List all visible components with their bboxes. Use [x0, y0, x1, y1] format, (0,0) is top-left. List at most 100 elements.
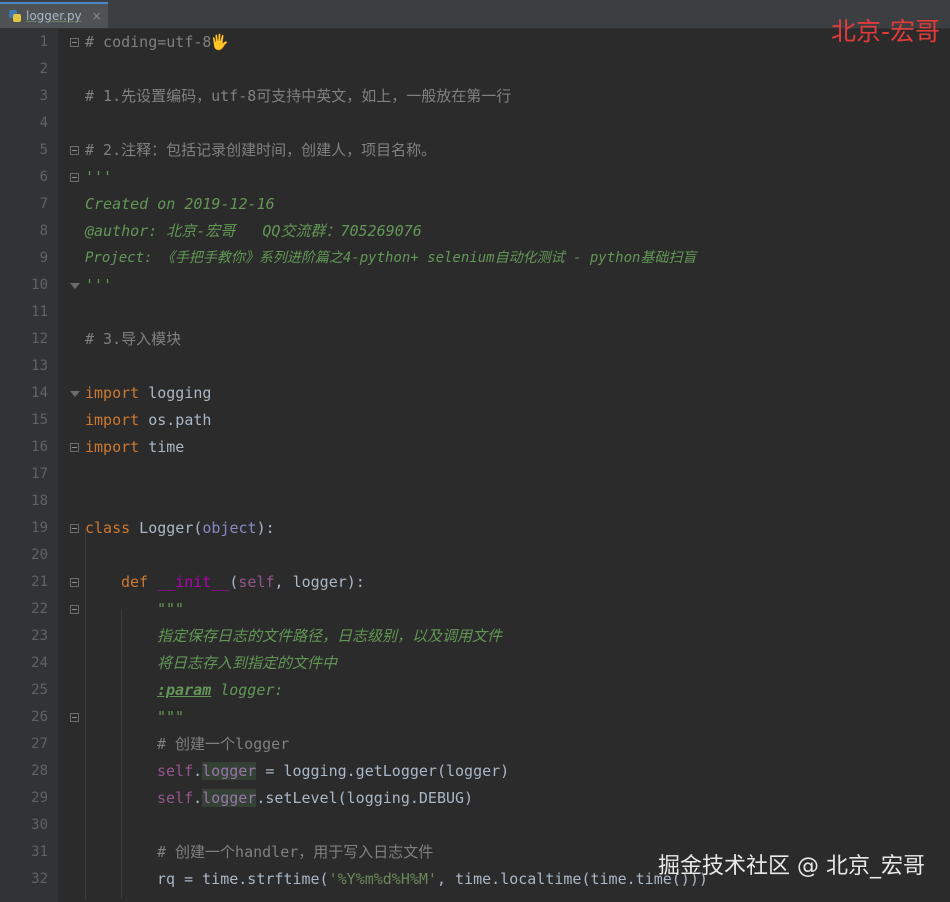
line-number: 5: [39, 142, 48, 158]
code-text: # 3.导入模块: [85, 330, 182, 348]
line-number: 6: [39, 169, 48, 185]
line-number: 22: [31, 601, 48, 617]
code-text: import os.path: [85, 411, 212, 429]
editor-tab-bar: logger.py ×: [0, 0, 950, 29]
fold-collapse-icon[interactable]: [70, 146, 79, 155]
line-number: 16: [31, 439, 48, 455]
line-number: 24: [31, 655, 48, 671]
code-line-13[interactable]: 13: [31, 353, 950, 380]
code-line-26[interactable]: 26 """: [31, 704, 950, 731]
line-number: 14: [31, 385, 48, 401]
code-line-20[interactable]: 20: [31, 542, 950, 569]
code-line-23[interactable]: 23 指定保存日志的文件路径，日志级别，以及调用文件: [31, 623, 950, 650]
watermark-bottom: 掘金技术社区 @ 北京_宏哥: [658, 854, 925, 879]
code-text: # coding=utf-8: [85, 33, 212, 51]
code-line-6[interactable]: 6 ''': [40, 164, 950, 191]
code-line-9[interactable]: 9 Project: 《手把手教你》系列进阶篇之4-python+ seleni…: [40, 245, 950, 272]
code-line-27[interactable]: 27 # 创建一个logger: [31, 731, 950, 758]
code-line-7[interactable]: 7 Created on 2019-12-16: [40, 191, 950, 218]
code-text: Project: 《手把手教你》系列进阶篇之4-python+ selenium…: [85, 250, 697, 266]
close-tab-icon[interactable]: ×: [92, 9, 102, 23]
line-number: 29: [31, 790, 48, 806]
code-editor[interactable]: 1 # coding=utf-8 🖐 2 3 # 1.先设置编码，utf-8可支…: [31, 29, 950, 902]
code-text: import logging: [85, 384, 212, 402]
line-number: 21: [31, 574, 48, 590]
fold-collapse-icon[interactable]: [70, 524, 79, 533]
code-line-25[interactable]: 25 :param logger:: [31, 677, 950, 704]
line-number: 27: [31, 736, 48, 752]
code-line-29[interactable]: 29 self.logger.setLevel(logging.DEBUG): [31, 785, 950, 812]
tab-logger-py[interactable]: logger.py ×: [0, 2, 108, 28]
code-text: # 1.先设置编码，utf-8可支持中英文，如上，一般放在第一行: [85, 87, 512, 105]
line-number: 1: [39, 34, 48, 50]
fold-collapse-icon[interactable]: [70, 605, 79, 614]
fold-collapse-icon[interactable]: [70, 173, 79, 182]
code-text: self.logger = logging.getLogger(logger): [157, 762, 510, 780]
lightbulb-icon[interactable]: 🖐: [210, 29, 229, 56]
code-text: @author: 北京-宏哥 QQ交流群：705269076: [85, 222, 422, 240]
line-number: 32: [31, 871, 48, 887]
line-number: 7: [39, 196, 48, 212]
fold-end-icon[interactable]: [70, 283, 80, 289]
line-number: 13: [31, 358, 48, 374]
code-line-11[interactable]: 11: [31, 299, 950, 326]
code-line-3[interactable]: 3 # 1.先设置编码，utf-8可支持中英文，如上，一般放在第一行: [40, 83, 950, 110]
line-number: 11: [31, 304, 48, 320]
code-line-17[interactable]: 17: [31, 461, 950, 488]
fold-collapse-icon[interactable]: [70, 713, 79, 722]
code-text: # 2.注释：包括记录创建时间，创建人，项目名称。: [85, 141, 437, 159]
code-line-14[interactable]: 14 import logging: [31, 380, 950, 407]
line-number: 2: [39, 61, 48, 77]
code-line-2[interactable]: 2: [40, 56, 950, 83]
code-line-15[interactable]: 15 import os.path: [31, 407, 950, 434]
line-number: 8: [39, 223, 48, 239]
line-number: 3: [39, 88, 48, 104]
line-number: 28: [31, 763, 48, 779]
code-line-16[interactable]: 16 import time: [31, 434, 950, 461]
code-text: """: [157, 600, 185, 618]
line-number: 23: [31, 628, 48, 644]
code-line-22[interactable]: 22 """: [31, 596, 950, 623]
fold-collapse-icon[interactable]: [70, 38, 79, 47]
line-number: 10: [31, 277, 48, 293]
line-number: 25: [31, 682, 48, 698]
code-text: class Logger(object):: [85, 519, 275, 537]
code-text: :param logger:: [157, 681, 284, 699]
fold-collapse-icon[interactable]: [70, 578, 79, 587]
line-number: 30: [31, 817, 48, 833]
line-number: 17: [31, 466, 48, 482]
code-line-10[interactable]: 10 ''': [31, 272, 950, 299]
code-text: # 创建一个logger: [157, 735, 290, 753]
line-number: 15: [31, 412, 48, 428]
code-line-4[interactable]: 4: [40, 110, 950, 137]
code-line-30[interactable]: 30: [31, 812, 950, 839]
python-file-icon: [8, 9, 22, 23]
code-line-28[interactable]: 28 self.logger = logging.getLogger(logge…: [31, 758, 950, 785]
line-number: 19: [31, 520, 48, 536]
code-text: """: [157, 708, 185, 726]
code-text: import time: [85, 438, 185, 456]
code-text: # 创建一个handler，用于写入日志文件: [157, 843, 434, 861]
fold-start-icon[interactable]: [70, 391, 80, 397]
code-line-5[interactable]: 5 # 2.注释：包括记录创建时间，创建人，项目名称。: [40, 137, 950, 164]
code-text: Created on 2019-12-16: [85, 195, 275, 213]
code-text: self.logger.setLevel(logging.DEBUG): [157, 789, 474, 807]
code-line-24[interactable]: 24 将日志存入到指定的文件中: [31, 650, 950, 677]
code-text: def __init__(self, logger):: [121, 573, 365, 591]
code-line-1[interactable]: 1 # coding=utf-8 🖐: [40, 29, 950, 56]
code-text: 指定保存日志的文件路径，日志级别，以及调用文件: [157, 627, 503, 645]
code-line-12[interactable]: 12 # 3.导入模块: [31, 326, 950, 353]
tab-file-name: logger.py: [26, 9, 82, 23]
line-number: 31: [31, 844, 48, 860]
code-line-21[interactable]: 21 def __init__(self, logger):: [31, 569, 950, 596]
code-text: rq = time.strftime('%Y%m%d%H%M', time.lo…: [157, 870, 708, 888]
code-text: ''': [85, 276, 113, 294]
code-line-8[interactable]: 8 @author: 北京-宏哥 QQ交流群：705269076: [40, 218, 950, 245]
code-line-19[interactable]: 19 class Logger(object):: [31, 515, 950, 542]
line-number: 12: [31, 331, 48, 347]
code-text: ''': [85, 168, 113, 186]
line-number: 20: [31, 547, 48, 563]
fold-collapse-icon[interactable]: [70, 443, 79, 452]
line-number: 9: [39, 250, 48, 266]
code-line-18[interactable]: 18: [31, 488, 950, 515]
